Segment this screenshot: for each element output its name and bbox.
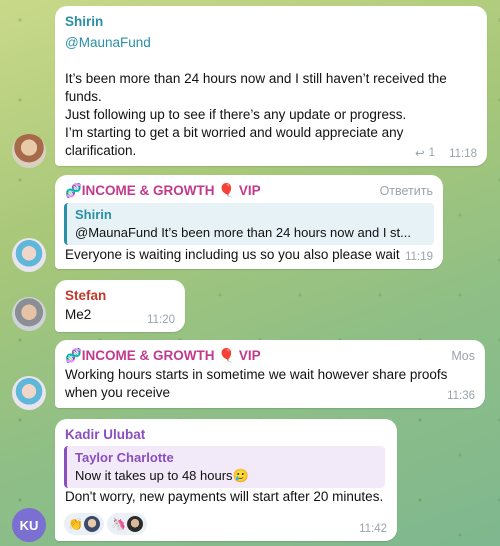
reply-counter[interactable]: ↩ 1 (415, 146, 435, 160)
message-text-line: Working hours starts in sometime we wait… (65, 367, 448, 382)
sender-name[interactable]: 🧬INCOME & GROWTH 🎈 VIP (65, 348, 261, 364)
message-time: 11:20 (147, 314, 175, 326)
reply-arrow-icon: ↩ (414, 148, 425, 160)
avatar-kadir-ulubat[interactable]: KU (12, 508, 46, 542)
message-text: Everyone is waiting including us so you … (65, 247, 400, 262)
message-bubble[interactable]: Stefan Me2 11:20 (55, 280, 185, 332)
reaction-unicorn[interactable]: 🦄 (106, 513, 147, 535)
quoted-reply[interactable]: Taylor Charlotte Now it takes up to 48 h… (64, 446, 385, 488)
mention-link[interactable]: @MaunaFund (65, 34, 151, 52)
message-bubble[interactable]: 🧬INCOME & GROWTH 🎈 VIP Ответить Shirin @… (55, 175, 443, 269)
message-text-line: funds. (65, 89, 102, 104)
message-bubble[interactable]: 🧬INCOME & GROWTH 🎈 VIP Mos Working hours… (55, 340, 485, 408)
avatar-stefan[interactable] (12, 297, 46, 331)
member-role-badge: Mos (451, 349, 475, 363)
avatar-initials: KU (19, 517, 39, 533)
sender-name[interactable]: Kadir Ulubat (65, 427, 145, 442)
sender-name[interactable]: 🧬INCOME & GROWTH 🎈 VIP (65, 183, 261, 199)
reactions-bar: 👏 🦄 (64, 513, 147, 535)
sender-name[interactable]: Stefan (65, 288, 106, 303)
quoted-text: Now it takes up to 48 hours🥲 (75, 468, 249, 483)
sender-name[interactable]: Shirin (65, 14, 103, 29)
message-bubble[interactable]: Shirin @MaunaFund It’s been more than 24… (55, 6, 487, 166)
message-text-line: Just following up to see if there’s any … (65, 107, 407, 122)
message-text-line: when you receive (65, 385, 171, 400)
message-time: 11:42 (359, 523, 387, 535)
reactor-avatar (83, 516, 100, 532)
avatar-income-growth[interactable] (12, 376, 46, 410)
reaction-clap[interactable]: 👏 (64, 513, 104, 535)
reply-action-link[interactable]: Ответить (380, 184, 433, 198)
reactor-avatar (126, 516, 143, 532)
message-time: 11:36 (447, 390, 475, 402)
message-time: 11:18 (449, 148, 477, 160)
quoted-text: @MaunaFund It’s been more than 24 hours … (75, 225, 411, 240)
message-time: 11:19 (405, 251, 433, 263)
message-bubble[interactable]: Kadir Ulubat Taylor Charlotte Now it tak… (55, 419, 397, 541)
quoted-reply[interactable]: Shirin @MaunaFund It’s been more than 24… (64, 203, 434, 245)
avatar-income-growth[interactable] (12, 238, 46, 272)
reply-count: 1 (428, 147, 435, 159)
message-text-line: clarification. (65, 143, 137, 158)
avatar-shirin[interactable] (12, 134, 46, 168)
quoted-sender: Taylor Charlotte (75, 450, 174, 465)
quoted-sender: Shirin (75, 207, 112, 222)
clap-icon: 👏 (68, 517, 83, 531)
message-text-line: It’s been more than 24 hours now and I s… (65, 71, 447, 86)
message-text: Don't worry, new payments will start aft… (65, 489, 384, 504)
unicorn-icon: 🦄 (110, 517, 126, 531)
message-text: Me2 (65, 307, 92, 322)
message-text-line: I’m starting to get a bit worried and wo… (65, 125, 404, 140)
